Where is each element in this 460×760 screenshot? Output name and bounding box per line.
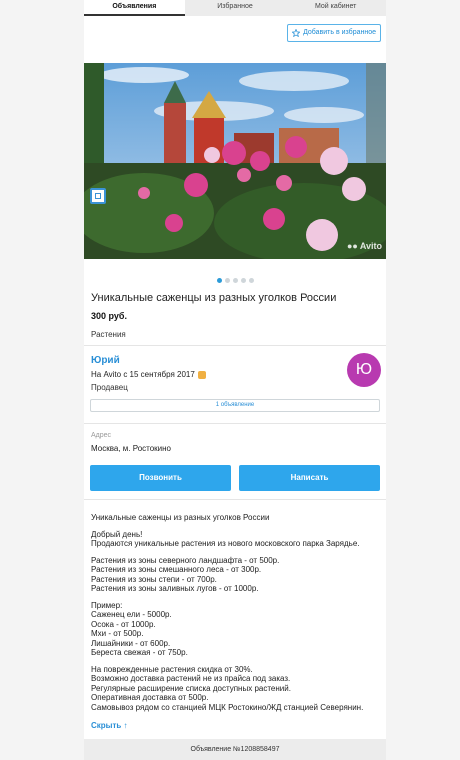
description-line: Уникальные саженцы из разных уголков Рос… [91, 513, 270, 522]
seller-since: На Avito с 15 сентября 2017 [91, 370, 206, 379]
star-icon [292, 29, 301, 37]
listing-page: Объявления Избранное Мой кабинет Добавит… [84, 0, 386, 760]
listing-description: Уникальные саженцы из разных уголков Рос… [91, 513, 381, 719]
address-value: Москва, м. Ростокино [91, 444, 171, 453]
avito-watermark: ●● Avito [347, 241, 382, 251]
seller-role: Продавец [91, 383, 128, 392]
description-line: Пример: [91, 600, 123, 610]
pagination-dot[interactable] [224, 278, 230, 283]
divider [84, 345, 386, 346]
divider [84, 499, 386, 500]
pagination-dot[interactable] [216, 278, 222, 283]
description-paragraph: Пример: Саженец ели - 5000р. Осока - от … [91, 601, 381, 658]
divider [84, 423, 386, 424]
listing-number-footer: Объявление №1208858497 [84, 739, 386, 760]
description-paragraph: На поврежденные растения скидка от 30%. … [91, 665, 381, 713]
pagination-dot[interactable] [248, 278, 254, 283]
tab-ads[interactable]: Объявления [84, 0, 185, 16]
top-tabs: Объявления Избранное Мой кабинет [84, 0, 386, 16]
badge-icon [197, 370, 206, 379]
description-line: Возможно доставка растений не из прайса … [91, 674, 291, 683]
pagination-dot[interactable] [240, 278, 246, 283]
fullscreen-icon[interactable] [90, 188, 106, 204]
listing-category: Растения [91, 330, 126, 339]
photo-scene [84, 63, 386, 259]
avito-logo-icon: ●● [346, 241, 358, 251]
description-line: Растения из зоны степи - от 700р. [91, 574, 217, 584]
description-line: Регулярные расширение списка доступных р… [91, 683, 291, 693]
write-button[interactable]: Написать [239, 465, 380, 491]
tab-favorites[interactable]: Избранное [185, 0, 286, 16]
seller-since-text: На Avito с 15 сентября 2017 [91, 370, 195, 379]
watermark-label: Avito [359, 241, 382, 251]
description-line: Продаются уникальные растения из нового … [91, 539, 360, 548]
listing-price: 300 руб. [91, 311, 127, 321]
seller-name[interactable]: Юрий [91, 355, 120, 366]
description-line: Добрый день! [91, 529, 143, 539]
add-to-favorites-label: Добавить в избранное [303, 29, 376, 36]
hide-description-link[interactable]: Скрыть ↑ [91, 721, 128, 730]
description-line: Лишайники - от 600р. [91, 638, 171, 648]
description-line: Береста свежая - от 750р. [91, 648, 188, 657]
favorite-row: Добавить в избранное [84, 16, 386, 63]
call-button[interactable]: Позвонить [90, 465, 231, 491]
description-paragraph: Добрый день! Продаются уникальные растен… [91, 530, 381, 549]
tab-account[interactable]: Мой кабинет [285, 0, 386, 16]
avatar[interactable]: Ю [347, 353, 381, 387]
description-line: Оперативная доставка от 500р. [91, 693, 209, 702]
add-to-favorites-button[interactable]: Добавить в избранное [287, 24, 381, 42]
description-paragraph: Растения из зоны северного ландшафта - о… [91, 556, 381, 594]
listing-photo[interactable]: ●● Avito [84, 63, 386, 259]
description-line: Растения из зоны смешанного леса - от 30… [91, 565, 262, 574]
description-line: Саженец ели - 5000р. [91, 610, 172, 619]
description-line: Мхи - от 500р. [91, 629, 144, 638]
description-line: Растения из зоны северного ландшафта - о… [91, 555, 280, 565]
description-line: Растения из зоны заливных лугов - от 100… [91, 584, 259, 593]
pagination-dot[interactable] [232, 278, 238, 283]
description-line: Самовывоз рядом со станцией МЦК Ростокин… [91, 702, 364, 712]
listing-title: Уникальные саженцы из разных уголков Рос… [91, 292, 337, 304]
seller-ads-link[interactable]: 1 объявление [90, 399, 380, 412]
description-paragraph: Уникальные саженцы из разных уголков Рос… [91, 513, 381, 523]
photo-pagination [84, 278, 386, 283]
description-line: Осока - от 1000р. [91, 619, 156, 629]
address-label: Адрес [91, 432, 112, 439]
description-line: На поврежденные растения скидка от 30%. [91, 664, 253, 674]
